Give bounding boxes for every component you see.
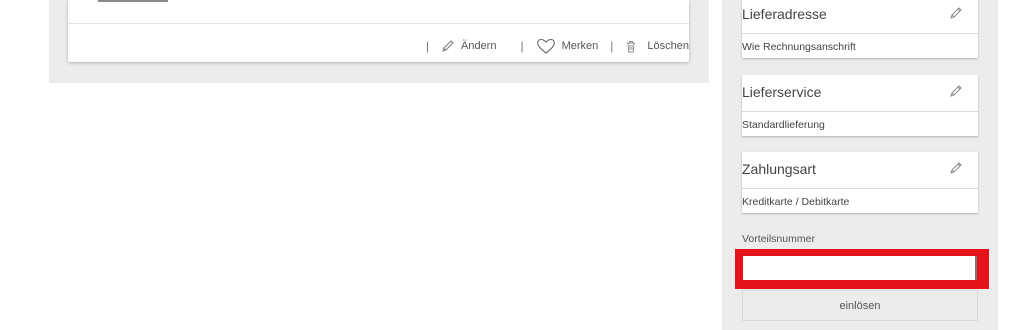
action-separator: | <box>520 39 524 53</box>
product-thumbnail[interactable] <box>98 0 168 2</box>
card-divider <box>68 23 689 24</box>
delivery-address-header: Lieferadresse <box>742 0 978 34</box>
redeem-button[interactable]: einlösen <box>742 290 978 321</box>
delivery-service-title: Lieferservice <box>742 84 822 100</box>
delivery-service-value: Standardlieferung <box>742 119 825 131</box>
trash-icon <box>625 40 637 53</box>
payment-method-title: Zahlungsart <box>742 161 816 177</box>
wishlist-label: Merken <box>561 40 599 52</box>
delivery-address-title: Lieferadresse <box>742 6 827 22</box>
edit-item-link[interactable]: Ändern <box>441 39 496 53</box>
cart-item-actions: | Ändern | Merken | Löschen <box>414 36 689 56</box>
promo-code-input[interactable] <box>743 256 977 280</box>
action-separator: | <box>425 39 429 53</box>
delivery-service-header: Lieferservice <box>742 75 978 112</box>
delivery-service-box: Lieferservice Standardlieferung <box>742 75 978 136</box>
edit-item-label: Ändern <box>460 40 497 52</box>
payment-method-box: Zahlungsart Kreditkarte / Debitkarte <box>742 152 978 213</box>
pencil-icon[interactable] <box>948 83 964 102</box>
heart-icon <box>536 37 556 55</box>
payment-method-value: Kreditkarte / Debitkarte <box>742 196 850 208</box>
pencil-icon[interactable] <box>948 5 964 24</box>
promo-code-label: Vorteilsnummer <box>742 233 815 245</box>
action-separator: | <box>610 39 614 53</box>
pencil-icon <box>441 39 455 53</box>
delete-item-link[interactable]: Löschen <box>625 40 689 53</box>
payment-method-header: Zahlungsart <box>742 152 978 189</box>
delete-item-label: Löschen <box>647 40 689 52</box>
pencil-icon[interactable] <box>948 160 964 179</box>
wishlist-link[interactable]: Merken <box>536 37 599 55</box>
delivery-address-box: Lieferadresse Wie Rechnungsanschrift <box>742 0 978 58</box>
delivery-address-value: Wie Rechnungsanschrift <box>742 41 856 53</box>
